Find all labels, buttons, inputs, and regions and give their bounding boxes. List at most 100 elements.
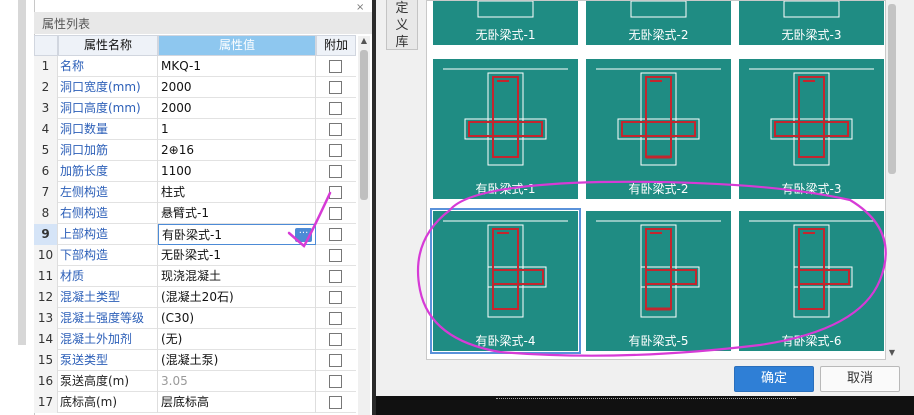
extra-cell[interactable] [316,266,356,287]
left-panel-edge [18,0,26,345]
extra-checkbox[interactable] [329,249,342,262]
extra-checkbox[interactable] [329,228,342,241]
table-row[interactable]: 4 洞口数量 1 [34,119,356,140]
extra-cell[interactable] [316,392,356,413]
extra-cell[interactable] [316,371,356,392]
table-row[interactable]: 2 洞口宽度(mm) 2000 [34,77,356,98]
table-row[interactable]: 9 上部构造 有卧梁式-1 ··· [34,224,356,245]
extra-checkbox[interactable] [329,102,342,115]
structure-tile[interactable]: 有卧梁式-5 [586,211,731,351]
extra-cell[interactable] [316,245,356,266]
extra-cell[interactable] [316,161,356,182]
property-value[interactable]: 3.05 [158,371,316,392]
table-row[interactable]: 3 洞口高度(mm) 2000 [34,98,356,119]
property-value[interactable]: 1100 [158,161,316,182]
table-row[interactable]: 15 泵送类型 (混凝土泵) [34,350,356,371]
structure-tile[interactable]: 无卧梁式-2 [586,1,731,45]
extra-checkbox[interactable] [329,165,342,178]
extra-checkbox[interactable] [329,333,342,346]
table-row[interactable]: 16 泵送高度(m) 3.05 [34,371,356,392]
extra-checkbox[interactable] [329,375,342,388]
scroll-up-icon[interactable]: ▲ [358,36,370,48]
scroll-thumb[interactable] [360,50,368,200]
property-value[interactable]: (无) [158,329,316,350]
property-value[interactable]: 柱式 [158,182,316,203]
property-value[interactable]: 悬臂式-1 [158,203,316,224]
table-row[interactable]: 6 加筋长度 1100 [34,161,356,182]
structure-tile[interactable]: 有卧梁式-3 [739,59,884,199]
table-row[interactable]: 10 下部构造 无卧梁式-1 [34,245,356,266]
structure-tile[interactable]: 有卧梁式-6 [739,211,884,351]
extra-cell[interactable] [316,77,356,98]
property-value[interactable]: 现浇混凝土 [158,266,316,287]
property-value[interactable]: 有卧梁式-1 ··· [158,224,316,245]
table-row[interactable]: 14 混凝土外加剂 (无) [34,329,356,350]
extra-checkbox[interactable] [329,354,342,367]
table-row[interactable]: 12 混凝土类型 (混凝土20石) [34,287,356,308]
header-value[interactable]: 属性值 [158,35,316,56]
table-row[interactable]: 7 左侧构造 柱式 [34,182,356,203]
extra-cell[interactable] [316,350,356,371]
extra-checkbox[interactable] [329,396,342,409]
extra-checkbox[interactable] [329,60,342,73]
gallery-scroll-thumb[interactable] [888,4,896,174]
extra-checkbox[interactable] [329,291,342,304]
table-row[interactable]: 5 洞口加筋 2⊕16 [34,140,356,161]
structure-tile[interactable]: 有卧梁式-2 [586,59,731,199]
panel-title: 属性列表 [34,12,372,34]
extra-cell[interactable] [316,140,356,161]
extra-cell[interactable] [316,56,356,77]
extra-cell[interactable] [316,182,356,203]
extra-cell[interactable] [316,203,356,224]
property-name: 混凝土外加剂 [58,329,158,350]
property-value[interactable]: (混凝土20石) [158,287,316,308]
row-number: 1 [34,56,58,77]
scroll-down-icon[interactable]: ▼ [886,348,898,360]
extra-checkbox[interactable] [329,123,342,136]
property-value[interactable]: 2⊕16 [158,140,316,161]
property-value[interactable]: MKQ-1 [158,56,316,77]
extra-cell[interactable] [316,329,356,350]
tab-definition-library[interactable]: 定 义 库 [386,0,418,50]
header-extra[interactable]: 附加 [316,35,356,56]
property-value[interactable]: 1 [158,119,316,140]
extra-cell[interactable] [316,119,356,140]
structure-tile[interactable]: 无卧梁式-1 [433,1,578,45]
gallery-scrollbar[interactable]: ▼ [886,0,898,360]
value-text: (无) [161,332,183,346]
property-value[interactable]: (C30) [158,308,316,329]
extra-checkbox[interactable] [329,144,342,157]
property-scrollbar[interactable]: ▲ [358,36,370,415]
structure-tile[interactable]: 无卧梁式-3 [739,1,884,45]
header-name[interactable]: 属性名称 [58,35,158,56]
row-number: 10 [34,245,58,266]
structure-tile[interactable]: 有卧梁式-1 [433,59,578,199]
extra-cell[interactable] [316,287,356,308]
extra-cell[interactable] [316,308,356,329]
property-value[interactable]: 无卧梁式-1 [158,245,316,266]
row-number: 13 [34,308,58,329]
table-row[interactable]: 11 材质 现浇混凝土 [34,266,356,287]
extra-checkbox[interactable] [329,81,342,94]
extra-checkbox[interactable] [329,312,342,325]
cancel-button[interactable]: 取消 [820,366,900,392]
extra-cell[interactable] [316,224,356,245]
property-value[interactable]: 层底标高 [158,392,316,413]
extra-checkbox[interactable] [329,186,342,199]
table-row[interactable]: 13 混凝土强度等级 (C30) [34,308,356,329]
extra-checkbox[interactable] [329,207,342,220]
more-options-button[interactable]: ··· [295,228,312,242]
table-row[interactable]: 17 底标高(m) 层底标高 [34,392,356,413]
extra-cell[interactable] [316,98,356,119]
value-text: 1100 [161,164,192,178]
property-value[interactable]: 2000 [158,98,316,119]
ok-button[interactable]: 确定 [734,366,814,392]
structure-tile[interactable]: 有卧梁式-4 [430,208,581,354]
table-row[interactable]: 1 名称 MKQ-1 [34,56,356,77]
value-text: 现浇混凝土 [161,269,222,283]
extra-checkbox[interactable] [329,270,342,283]
property-value[interactable]: 2000 [158,77,316,98]
property-name: 混凝土类型 [58,287,158,308]
table-row[interactable]: 8 右侧构造 悬臂式-1 [34,203,356,224]
property-value[interactable]: (混凝土泵) [158,350,316,371]
